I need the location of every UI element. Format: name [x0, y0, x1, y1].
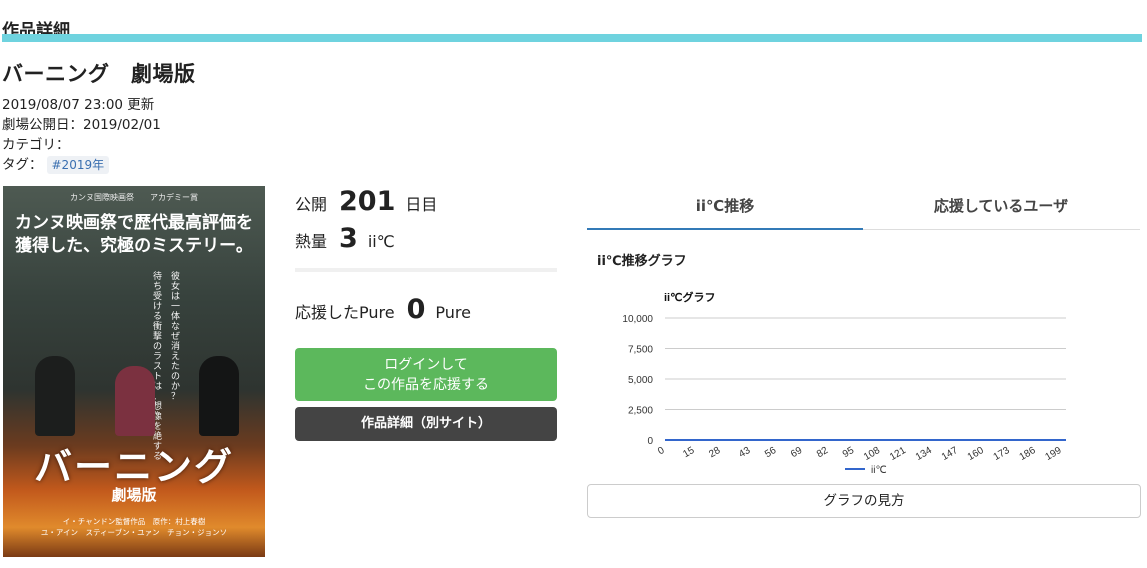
- tag-badge[interactable]: #2019年: [46, 156, 110, 174]
- release-label: 劇場公開日：: [2, 117, 83, 133]
- x-tick-label: 199: [1044, 445, 1064, 463]
- poster-credit: イ・チャンドン監督作品 原作：村上春樹 ユ・アイン スティーブン・ユァン チョン…: [40, 517, 228, 537]
- x-tick-label: 134: [914, 445, 934, 463]
- tab-heat-trend[interactable]: ii℃推移: [587, 186, 863, 230]
- work-detail-button[interactable]: 作品詳細（別サイト）: [295, 407, 557, 441]
- login-support-line-1: ログインして: [384, 357, 468, 373]
- stat-pure: 応援したPure 0 Pure: [295, 294, 471, 325]
- tab-supporting-users[interactable]: 応援しているユーザ: [863, 186, 1139, 230]
- x-tick-label: 0: [656, 445, 667, 458]
- poster-person: [35, 356, 75, 436]
- login-support-button[interactable]: ログインして この作品を応援する: [295, 348, 557, 401]
- x-tick-label: 69: [789, 445, 805, 460]
- poster-logo: バーニング: [33, 444, 234, 489]
- updated-time: 2019/08/07 23:00 更新: [2, 97, 155, 113]
- x-tick-label: 15: [681, 445, 697, 460]
- poster-people: [3, 346, 265, 436]
- poster-headline-2: 獲得した、究極のミステリー。: [15, 236, 253, 256]
- stat-heat-label: 熱量: [295, 232, 328, 251]
- poster-headline: カンヌ映画祭で歴代最高評価を 獲得した、究極のミステリー。: [3, 212, 265, 258]
- poster-subtitle: 劇場版: [111, 486, 157, 504]
- y-tick-label: 5,000: [628, 375, 653, 386]
- stat-heat-value: 3: [339, 223, 358, 254]
- y-tick-label: 0: [647, 436, 653, 447]
- y-tick-label: 10,000: [622, 314, 653, 325]
- work-title: バーニング 劇場版: [2, 62, 196, 86]
- stat-days-label: 公開: [295, 195, 328, 214]
- work-meta: 2019/08/07 23:00 更新 劇場公開日：2019/02/01 カテゴ…: [2, 95, 161, 175]
- stat-heat: 熱量 3 ii℃: [295, 223, 395, 254]
- stat-days-unit: 日目: [405, 195, 438, 214]
- x-tick-label: 95: [841, 445, 857, 460]
- section-accent-bar: [2, 34, 1142, 42]
- chart-title: ii℃グラフ: [664, 290, 715, 304]
- x-tick-label: 28: [707, 445, 723, 460]
- x-tick-label: 147: [940, 445, 960, 463]
- stat-pure-value: 0: [406, 294, 426, 325]
- y-tick-label: 2,500: [628, 406, 653, 417]
- tag-line: タグ： #2019年: [2, 155, 161, 175]
- x-tick-label: 173: [992, 445, 1012, 463]
- x-tick-label: 43: [737, 445, 753, 460]
- y-tick-label: 7,500: [628, 345, 653, 356]
- tag-label: タグ：: [2, 157, 43, 173]
- stat-days: 公開 201 日目: [295, 186, 437, 217]
- release-date-line: 劇場公開日：2019/02/01: [2, 115, 161, 135]
- stat-pure-label: 応援したPure: [295, 303, 395, 322]
- x-tick-label: 160: [966, 445, 986, 463]
- poster-person: [115, 366, 155, 436]
- legend-label: ii℃: [871, 465, 887, 476]
- heat-line-chart: ii℃グラフ 0 2,500 5,000 7,500 10,000 0 15 28 43 56 69 8…: [622, 290, 1066, 476]
- release-date: 2019/02/01: [83, 117, 161, 133]
- tab-bar: ii℃推移 応援しているユーザ: [587, 186, 1140, 230]
- graph-title: ii℃推移グラフ: [597, 254, 687, 269]
- x-tick-label: 56: [763, 445, 779, 460]
- section-header: 作品詳細: [0, 14, 1142, 42]
- poster-person: [199, 356, 239, 436]
- login-support-line-2: この作品を応援する: [363, 377, 489, 393]
- poster-headline-1: カンヌ映画祭で歴代最高評価を: [15, 213, 253, 233]
- graph-howto-button[interactable]: グラフの見方: [587, 484, 1141, 518]
- poster-laurels: カンヌ国際映画祭 アカデミー賞: [70, 193, 198, 202]
- poster-image: カンヌ国際映画祭 アカデミー賞 カンヌ映画祭で歴代最高評価を 獲得した、究極のミ…: [3, 186, 265, 557]
- x-tick-label: 108: [862, 445, 882, 463]
- stat-days-value: 201: [339, 186, 396, 217]
- stat-pure-unit: Pure: [435, 303, 471, 322]
- x-tick-label: 121: [888, 445, 908, 463]
- x-tick-label: 186: [1018, 445, 1038, 463]
- stat-heat-unit: ii℃: [367, 232, 395, 251]
- category-label: カテゴリ：: [2, 137, 70, 153]
- category-line: カテゴリ：: [2, 135, 161, 155]
- x-tick-label: 82: [815, 445, 831, 460]
- stat-divider: [295, 268, 557, 272]
